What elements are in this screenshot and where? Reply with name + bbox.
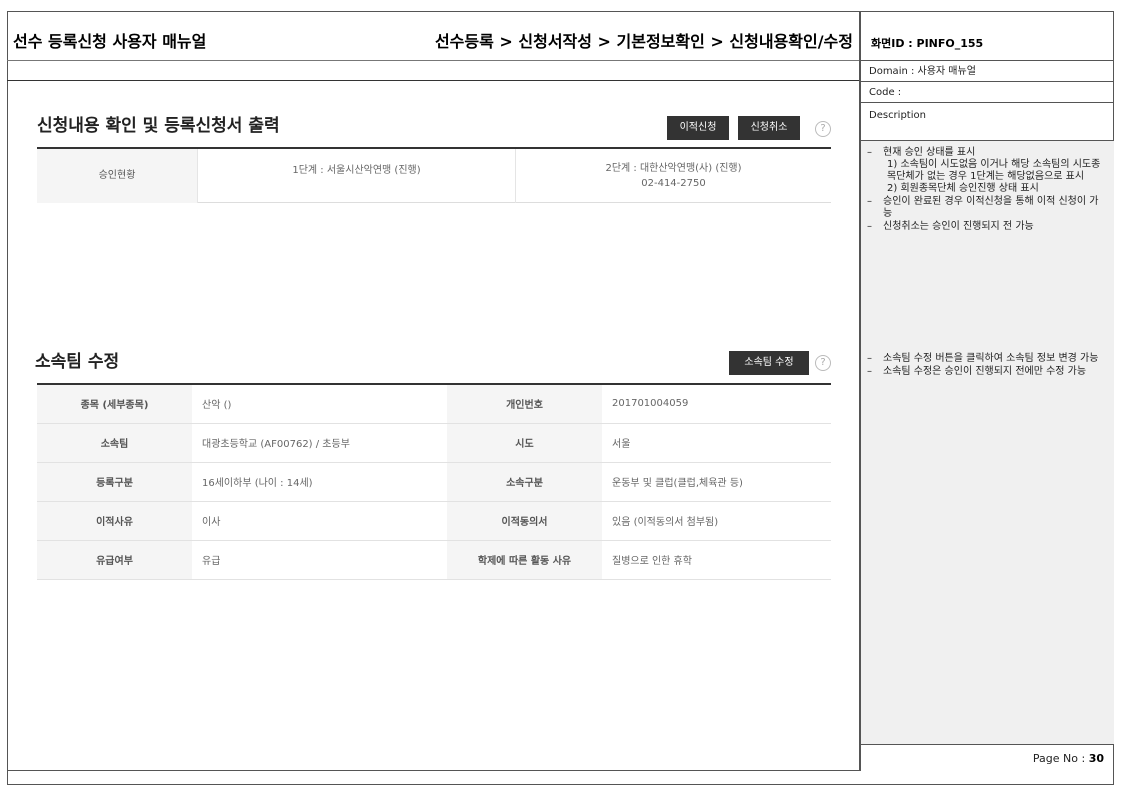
list-item: 소속팀 수정은 승인이 진행되지 전에만 수정 가능 <box>867 366 1107 378</box>
approval-step2-text: 2단계 : 대한산악연맹(사) (진행) <box>605 163 742 174</box>
spec-panel: 화면ID : PINFO_155 Domain : 사용자 매뉴얼 Code :… <box>860 11 1114 771</box>
table-header-cell: 시도 <box>447 423 602 463</box>
table-value-cell: 대광초등학교 (AF00762) / 초등부 <box>192 423 447 463</box>
table-header-cell: 학제에 따른 활동 사유 <box>447 540 602 580</box>
page-number: Page No : 30 <box>1033 752 1104 765</box>
table-header-cell: 종목 (세부종목) <box>37 384 192 424</box>
help-icon[interactable]: ? <box>815 355 831 371</box>
description-list-2: 소속팀 수정 버튼을 클릭하여 소속팀 정보 변경 가능 소속팀 수정은 승인이… <box>867 353 1107 379</box>
transfer-button[interactable]: 이적신청 <box>667 116 729 140</box>
table-value-cell: 운동부 및 클럽(클럽,체육관 등) <box>602 462 831 502</box>
desc-subtext: 1) 소속팀이 시도없음 이거나 해당 소속팀의 시도종목단체가 없는 경우 1… <box>887 159 1101 182</box>
table-row: 종목 (세부종목) 산악 () 개인번호 201701004059 <box>37 384 831 424</box>
sub-bar <box>7 61 859 81</box>
table-value-cell: 201701004059 <box>602 384 831 424</box>
table-header-cell: 이적동의서 <box>447 501 602 541</box>
table-value-cell: 이사 <box>192 501 447 541</box>
team-section-title: 소속팀 수정 <box>35 352 120 372</box>
approval-status-table: 승인현황 1단계 : 서울시산악연맹 (진행) 2단계 : 대한산악연맹(사) … <box>37 147 831 203</box>
table-row: 소속팀 대광초등학교 (AF00762) / 초등부 시도 서울 <box>37 423 831 463</box>
description-label: Description <box>861 104 1114 141</box>
description-area: 현재 승인 상태를 표시 1) 소속팀이 시도없음 이거나 해당 소속팀의 시도… <box>861 141 1114 745</box>
edit-team-button[interactable]: 소속팀 수정 <box>729 351 809 375</box>
table-row: 이적사유 이사 이적동의서 있음 (이적동의서 첨부됨) <box>37 501 831 541</box>
approval-step1: 1단계 : 서울시산악연맹 (진행) <box>198 149 516 203</box>
table-row: 등록구분 16세이하부 (나이 : 14세) 소속구분 운동부 및 클럽(클럽,… <box>37 462 831 502</box>
table-value-cell: 질병으로 인한 휴학 <box>602 540 831 580</box>
list-item: 현재 승인 상태를 표시 1) 소속팀이 시도없음 이거나 해당 소속팀의 시도… <box>867 147 1107 195</box>
table-row: 유급여부 유급 학제에 따른 활동 사유 질병으로 인한 휴학 <box>37 540 831 580</box>
list-item: 신청취소는 승인이 진행되지 전 가능 <box>867 221 1107 233</box>
table-header-cell: 이적사유 <box>37 501 192 541</box>
table-value-cell: 서울 <box>602 423 831 463</box>
table-header-cell: 등록구분 <box>37 462 192 502</box>
description-list-1: 현재 승인 상태를 표시 1) 소속팀이 시도없음 이거나 해당 소속팀의 시도… <box>867 147 1107 234</box>
page-value: 30 <box>1088 752 1104 765</box>
main-area: 선수 등록신청 사용자 매뉴얼 선수등록 > 신청서작성 > 기본정보확인 > … <box>7 11 860 771</box>
table-value-cell: 유급 <box>192 540 447 580</box>
code-row: Code : <box>861 83 1114 103</box>
list-item: 소속팀 수정 버튼을 클릭하여 소속팀 정보 변경 가능 <box>867 353 1107 365</box>
breadcrumb: 선수등록 > 신청서작성 > 기본정보확인 > 신청내용확인/수정 <box>434 32 853 51</box>
approval-step2-phone: 02-414-2750 <box>641 178 706 189</box>
list-item: 승인이 완료된 경우 이적신청을 통해 이적 신청이 가능 <box>867 196 1107 220</box>
approval-step2: 2단계 : 대한산악연맹(사) (진행) 02-414-2750 <box>516 149 831 203</box>
desc-subtext: 2) 회원종목단체 승인진행 상태 표시 <box>887 183 1039 194</box>
confirm-section-title: 신청내용 확인 및 등록신청서 출력 <box>37 116 280 136</box>
table-header-cell: 소속구분 <box>447 462 602 502</box>
table-header-cell: 개인번호 <box>447 384 602 424</box>
page-label: Page No : <box>1032 752 1089 765</box>
cancel-application-button[interactable]: 신청취소 <box>738 116 800 140</box>
table-header-cell: 소속팀 <box>37 423 192 463</box>
help-icon[interactable]: ? <box>815 121 831 137</box>
approval-step1-text: 1단계 : 서울시산악연맹 (진행) <box>292 165 421 176</box>
table-value-cell: 있음 (이적동의서 첨부됨) <box>602 501 831 541</box>
desc-text: 현재 승인 상태를 표시 <box>883 147 976 158</box>
manual-title: 선수 등록신청 사용자 매뉴얼 <box>13 32 207 51</box>
table-header-cell: 유급여부 <box>37 540 192 580</box>
team-info-table: 종목 (세부종목) 산악 () 개인번호 201701004059 소속팀 대광… <box>37 383 831 580</box>
screen-id: 화면ID : PINFO_155 <box>861 11 1114 61</box>
approval-label: 승인현황 <box>37 149 198 203</box>
domain-row: Domain : 사용자 매뉴얼 <box>861 62 1114 82</box>
table-value-cell: 산악 () <box>192 384 447 424</box>
table-value-cell: 16세이하부 (나이 : 14세) <box>192 462 447 502</box>
title-bar: 선수 등록신청 사용자 매뉴얼 선수등록 > 신청서작성 > 기본정보확인 > … <box>7 11 859 61</box>
